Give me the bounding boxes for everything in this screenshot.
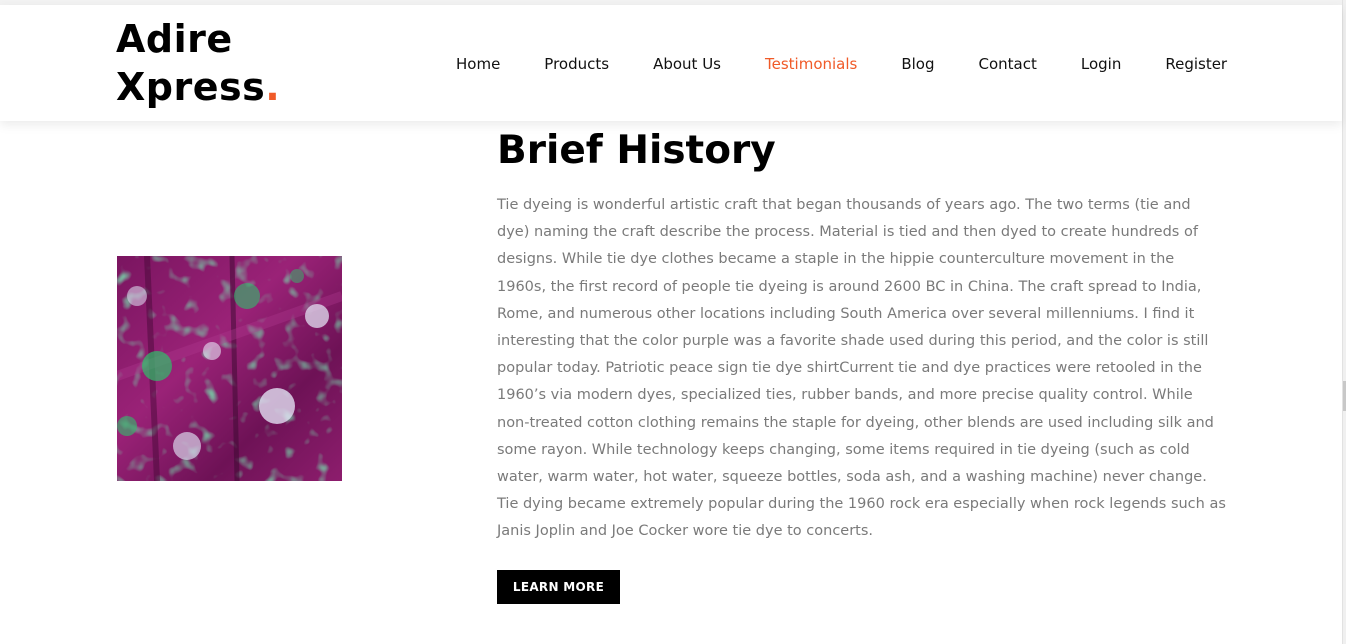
main-nav: Home Products About Us Testimonials Blog… [434,49,1249,79]
tie-dye-pattern [117,256,342,481]
nav-contact[interactable]: Contact [957,49,1059,79]
nav-login[interactable]: Login [1059,49,1143,79]
section-body: Tie dyeing is wonderful artistic craft t… [497,197,1226,540]
logo-line-2: Xpress. [116,63,280,111]
learn-more-button[interactable]: LEARN MORE [497,569,620,604]
site-logo[interactable]: Adire Xpress. [116,15,280,111]
nav-home[interactable]: Home [434,49,522,79]
section-title: Brief History [497,128,776,173]
page-scrollbar[interactable] [1342,0,1346,644]
nav-testimonials[interactable]: Testimonials [743,49,879,79]
tie-dye-fabric-image [117,256,342,481]
logo-line-1: Adire [116,17,233,61]
nav-products[interactable]: Products [522,49,631,79]
logo-line-2-text: Xpress [116,65,266,109]
site-header: Adire Xpress. Home Products About Us Tes… [0,5,1342,121]
nav-register[interactable]: Register [1143,49,1249,79]
page: Adire Xpress. Home Products About Us Tes… [0,0,1346,644]
brief-history-section: Brief History Tie dyeing is wonderful ar… [497,126,1237,604]
logo-dot: . [265,65,281,109]
nav-about-us[interactable]: About Us [631,49,743,79]
nav-blog[interactable]: Blog [879,49,956,79]
